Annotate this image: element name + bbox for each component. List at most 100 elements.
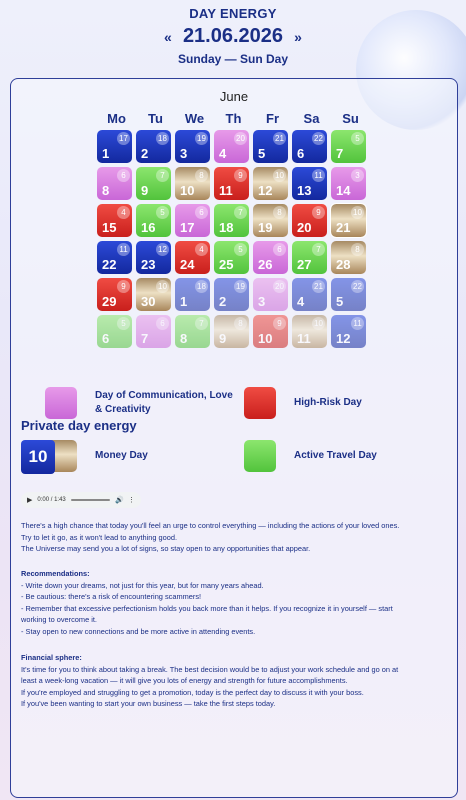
- calendar-day-cell[interactable]: 6 17: [175, 204, 210, 237]
- energy-badge: 20: [273, 280, 286, 293]
- audio-player[interactable]: ▶ 0:00 / 1:43 🔊 ⋮: [21, 492, 141, 508]
- calendar-day-cell[interactable]: 89: [214, 315, 249, 348]
- calendar-day-cell[interactable]: 9 29: [97, 278, 132, 311]
- audio-progress-bar[interactable]: [70, 499, 111, 501]
- text-line: The Universe may send you a lot of signs…: [21, 544, 311, 554]
- intro-paragraph: There's a high chance that today you'll …: [21, 520, 441, 555]
- calendar-day-cell[interactable]: 9 11: [214, 167, 249, 200]
- energy-badge: 8: [351, 243, 364, 256]
- calendar-day-cell[interactable]: 18 1: [175, 278, 210, 311]
- day-number: 2: [219, 294, 227, 309]
- text-line: - Be cautious: there's a risk of encount…: [21, 592, 202, 602]
- calendar-day-cell[interactable]: 57: [331, 130, 366, 163]
- calendar-day-cell[interactable]: 11 13: [292, 167, 327, 200]
- calendar-day-cell[interactable]: 11 12: [331, 315, 366, 348]
- legend-label: Day of Communication, Love & Creativity: [95, 390, 233, 415]
- energy-badge: 7: [195, 317, 208, 330]
- day-number: 8: [102, 183, 110, 198]
- audio-time: 0:00 / 1:43: [37, 497, 66, 503]
- prev-day-icon[interactable]: «: [159, 29, 177, 45]
- energy-badge: 18: [156, 132, 169, 145]
- legend-money: Money Day: [45, 440, 148, 472]
- calendar-day-cell[interactable]: 21 4: [292, 278, 327, 311]
- calendar-day-cell[interactable]: 56: [97, 315, 132, 348]
- calendar-day-cell[interactable]: 10 11: [292, 315, 327, 348]
- energy-badge: 5: [234, 243, 247, 256]
- legend-swatch-pink: [45, 387, 77, 419]
- energy-badge: 11: [312, 169, 325, 182]
- legend-travel: Active Travel Day: [244, 440, 377, 472]
- day-number: 17: [180, 220, 195, 235]
- calendar-day-cell[interactable]: 18 2: [136, 130, 171, 163]
- day-number: 4: [219, 146, 227, 161]
- energy-badge: 19: [195, 132, 208, 145]
- day-number: 10: [180, 183, 195, 198]
- calendar-day-cell[interactable]: 10 12: [253, 167, 288, 200]
- next-day-icon[interactable]: »: [289, 29, 307, 45]
- energy-badge: 8: [234, 317, 247, 330]
- day-number: 22: [102, 257, 117, 272]
- energy-badge: 6: [156, 317, 169, 330]
- recommendations-title: Recommendations:: [21, 569, 90, 578]
- energy-badge: 18: [195, 280, 208, 293]
- day-number: 15: [102, 220, 117, 235]
- weekday-label-sa: Sa: [303, 111, 320, 126]
- calendar-day-cell[interactable]: 22 5: [331, 278, 366, 311]
- private-energy-value: 10: [21, 440, 55, 474]
- calendar-day-cell[interactable]: 68: [97, 167, 132, 200]
- day-number: 3: [258, 294, 266, 309]
- day-number: 30: [141, 294, 156, 309]
- text-line: It's time for you to think about taking …: [21, 664, 399, 674]
- calendar-day-cell[interactable]: 9 10: [253, 315, 288, 348]
- legend-high-risk: High-Risk Day: [244, 387, 362, 419]
- calendar-day-cell[interactable]: 10 21: [330, 203, 367, 238]
- energy-badge: 20: [234, 132, 247, 145]
- calendar-day-cell[interactable]: 78: [175, 315, 210, 348]
- play-icon[interactable]: ▶: [27, 496, 32, 504]
- weekday-label: Sunday — Sun Day: [177, 52, 289, 66]
- energy-badge: 19: [234, 280, 247, 293]
- energy-badge: 4: [117, 206, 130, 219]
- calendar-day-cell[interactable]: 17 1: [97, 130, 132, 163]
- financial-section: Financial sphere: It's time for you to t…: [21, 652, 441, 710]
- energy-badge: 7: [312, 243, 325, 256]
- calendar-day-cell[interactable]: 7 18: [214, 204, 249, 237]
- calendar-day-cell[interactable]: 79: [136, 167, 171, 200]
- calendar-day-cell[interactable]: 19 2: [214, 278, 249, 311]
- calendar-day-cell[interactable]: 10 30: [136, 278, 171, 311]
- calendar-day-cell[interactable]: 5 25: [214, 241, 249, 274]
- calendar-day-cell[interactable]: 67: [136, 315, 171, 348]
- volume-icon[interactable]: 🔊: [115, 496, 124, 504]
- more-options-icon[interactable]: ⋮: [128, 496, 135, 504]
- calendar-day-cell[interactable]: 8 19: [253, 204, 288, 237]
- energy-badge: 5: [351, 132, 364, 145]
- calendar-day-cell[interactable]: 8 10: [175, 167, 210, 200]
- calendar-day-cell[interactable]: 3 14: [331, 167, 366, 200]
- calendar-day-cell[interactable]: 20 3: [253, 278, 288, 311]
- energy-badge: 8: [273, 206, 286, 219]
- current-date: 21.06.2026: [182, 25, 284, 47]
- calendar-day-cell[interactable]: 5 16: [136, 204, 171, 237]
- calendar-day-cell[interactable]: 21 5: [253, 130, 288, 163]
- calendar-day-cell[interactable]: 22 6: [292, 130, 327, 163]
- text-line: - Stay open to new connections and be mo…: [21, 626, 256, 636]
- calendar-day-cell[interactable]: 19 3: [175, 130, 210, 163]
- date-navigator: « 21.06.2026 »: [0, 25, 466, 48]
- calendar-day-cell[interactable]: 7 27: [292, 241, 327, 274]
- day-number: 8: [180, 331, 188, 346]
- calendar-day-cell[interactable]: 12 23: [136, 241, 171, 274]
- day-number: 19: [258, 220, 273, 235]
- energy-badge: 6: [195, 206, 208, 219]
- energy-badge: 9: [117, 280, 130, 293]
- text-line: working to overcome it.: [21, 615, 97, 625]
- calendar-day-cell[interactable]: 6 26: [253, 241, 288, 274]
- day-number: 10: [258, 331, 273, 346]
- calendar-day-cell[interactable]: 8 28: [331, 241, 366, 274]
- calendar-day-cell[interactable]: 9 20: [292, 204, 327, 237]
- calendar-day-cell[interactable]: 4 24: [175, 241, 210, 274]
- text-line: - Write down your dreams, not just for t…: [21, 580, 264, 590]
- calendar-day-cell[interactable]: 11 22: [97, 241, 132, 274]
- legend-label: Active Travel Day: [294, 450, 377, 461]
- calendar-day-cell[interactable]: 20 4: [214, 130, 249, 163]
- calendar-day-cell[interactable]: 4 15: [97, 204, 132, 237]
